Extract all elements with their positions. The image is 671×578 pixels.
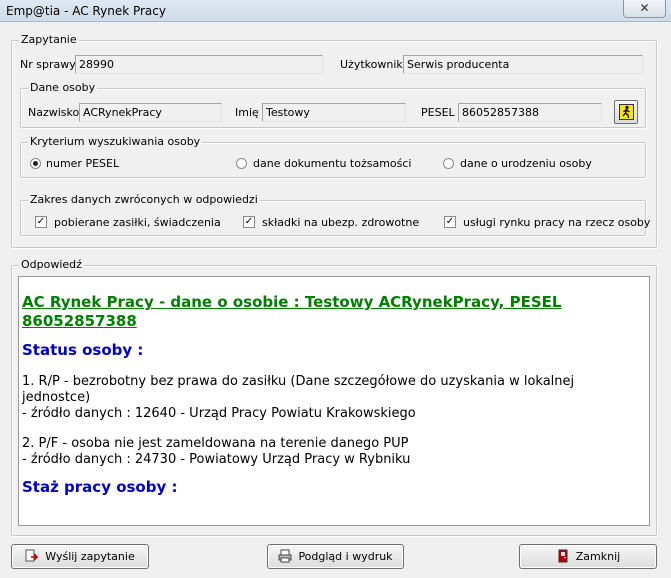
radio-id-document[interactable] [236,158,247,169]
list-item: 1. R/P - bezrobotny bez prawa do zasiłku… [22,374,644,422]
window-close-button[interactable]: ✕ [623,0,666,18]
scope-legend: Zakres danych zwróconych w odpowiedzi [28,193,260,207]
check-labour-services[interactable]: ✓ [444,216,456,228]
person-legend: Dane osoby [28,81,98,95]
pesel-field[interactable]: 86052857388 [458,103,602,122]
printer-icon [278,548,292,563]
check-labour-services-label: usługi rynku pracy na rzecz osoby [463,216,651,229]
radio-pesel[interactable] [30,158,41,169]
case-no-label: Nr sprawy [20,58,76,71]
criteria-legend: Kryterium wyszukiwania osoby [28,135,203,149]
response-heading: AC Rynek Pracy - dane o osobie : Testowy… [22,293,562,330]
send-query-button[interactable]: Wyślij zapytanie [11,544,149,569]
status-line: 2. P/F - osoba nie jest zameldowana na t… [22,436,409,451]
check-health-contributions[interactable]: ✓ [243,216,255,228]
status-title: Status osoby : [22,341,144,359]
send-document-icon [25,548,39,562]
window-title: Emp@tia - AC Rynek Pracy [6,4,166,18]
check-benefits-label: pobierane zasiłki, świadczenia [54,216,221,229]
radio-id-document-label: dane dokumentu tożsamości [253,157,412,170]
surname-label: Nazwisko [28,106,80,119]
surname-field[interactable]: ACRynekPracy [79,103,222,122]
check-benefits[interactable]: ✓ [35,216,47,228]
user-label: Użytkownik [340,58,403,71]
status-source: - źródło danych : 12640 - Urząd Pracy Po… [22,406,416,421]
response-panel[interactable]: AC Rynek Pracy - dane o osobie : Testowy… [18,276,650,526]
next-section-title: Staż pracy osoby : [22,478,178,496]
pesel-label: PESEL [421,106,455,119]
radio-birth-data-label: dane o urodzeniu osoby [460,157,592,170]
list-item: 2. P/F - osoba nie jest zameldowana na t… [22,436,644,468]
radio-birth-data[interactable] [443,158,454,169]
response-legend: Odpowiedź [19,258,84,272]
title-bar: Emp@tia - AC Rynek Pracy ✕ [0,0,671,22]
radio-pesel-label: numer PESEL [46,157,120,170]
status-source: - źródło danych : 24730 - Powiatowy Urzą… [22,452,411,467]
close-button[interactable]: Zamknij [519,544,657,569]
case-no-field[interactable]: 28990 [75,55,323,74]
preview-print-label: Podgląd i wydruk [298,550,393,563]
user-field[interactable]: Serwis producenta [403,55,643,74]
query-legend: Zapytanie [19,33,79,47]
close-label: Zamknij [575,550,621,563]
person-lookup-button[interactable] [614,100,638,124]
check-health-contributions-label: składki na ubezp. zdrowotne [262,216,420,229]
send-query-label: Wyślij zapytanie [45,550,135,563]
name-field[interactable]: Testowy [262,103,406,122]
running-person-icon [619,104,634,120]
preview-print-button[interactable]: Podgląd i wydruk [267,544,404,569]
status-line: 1. R/P - bezrobotny bez prawa do zasiłku… [22,374,575,405]
exit-door-icon [556,548,570,563]
name-label: Imię [235,106,259,119]
